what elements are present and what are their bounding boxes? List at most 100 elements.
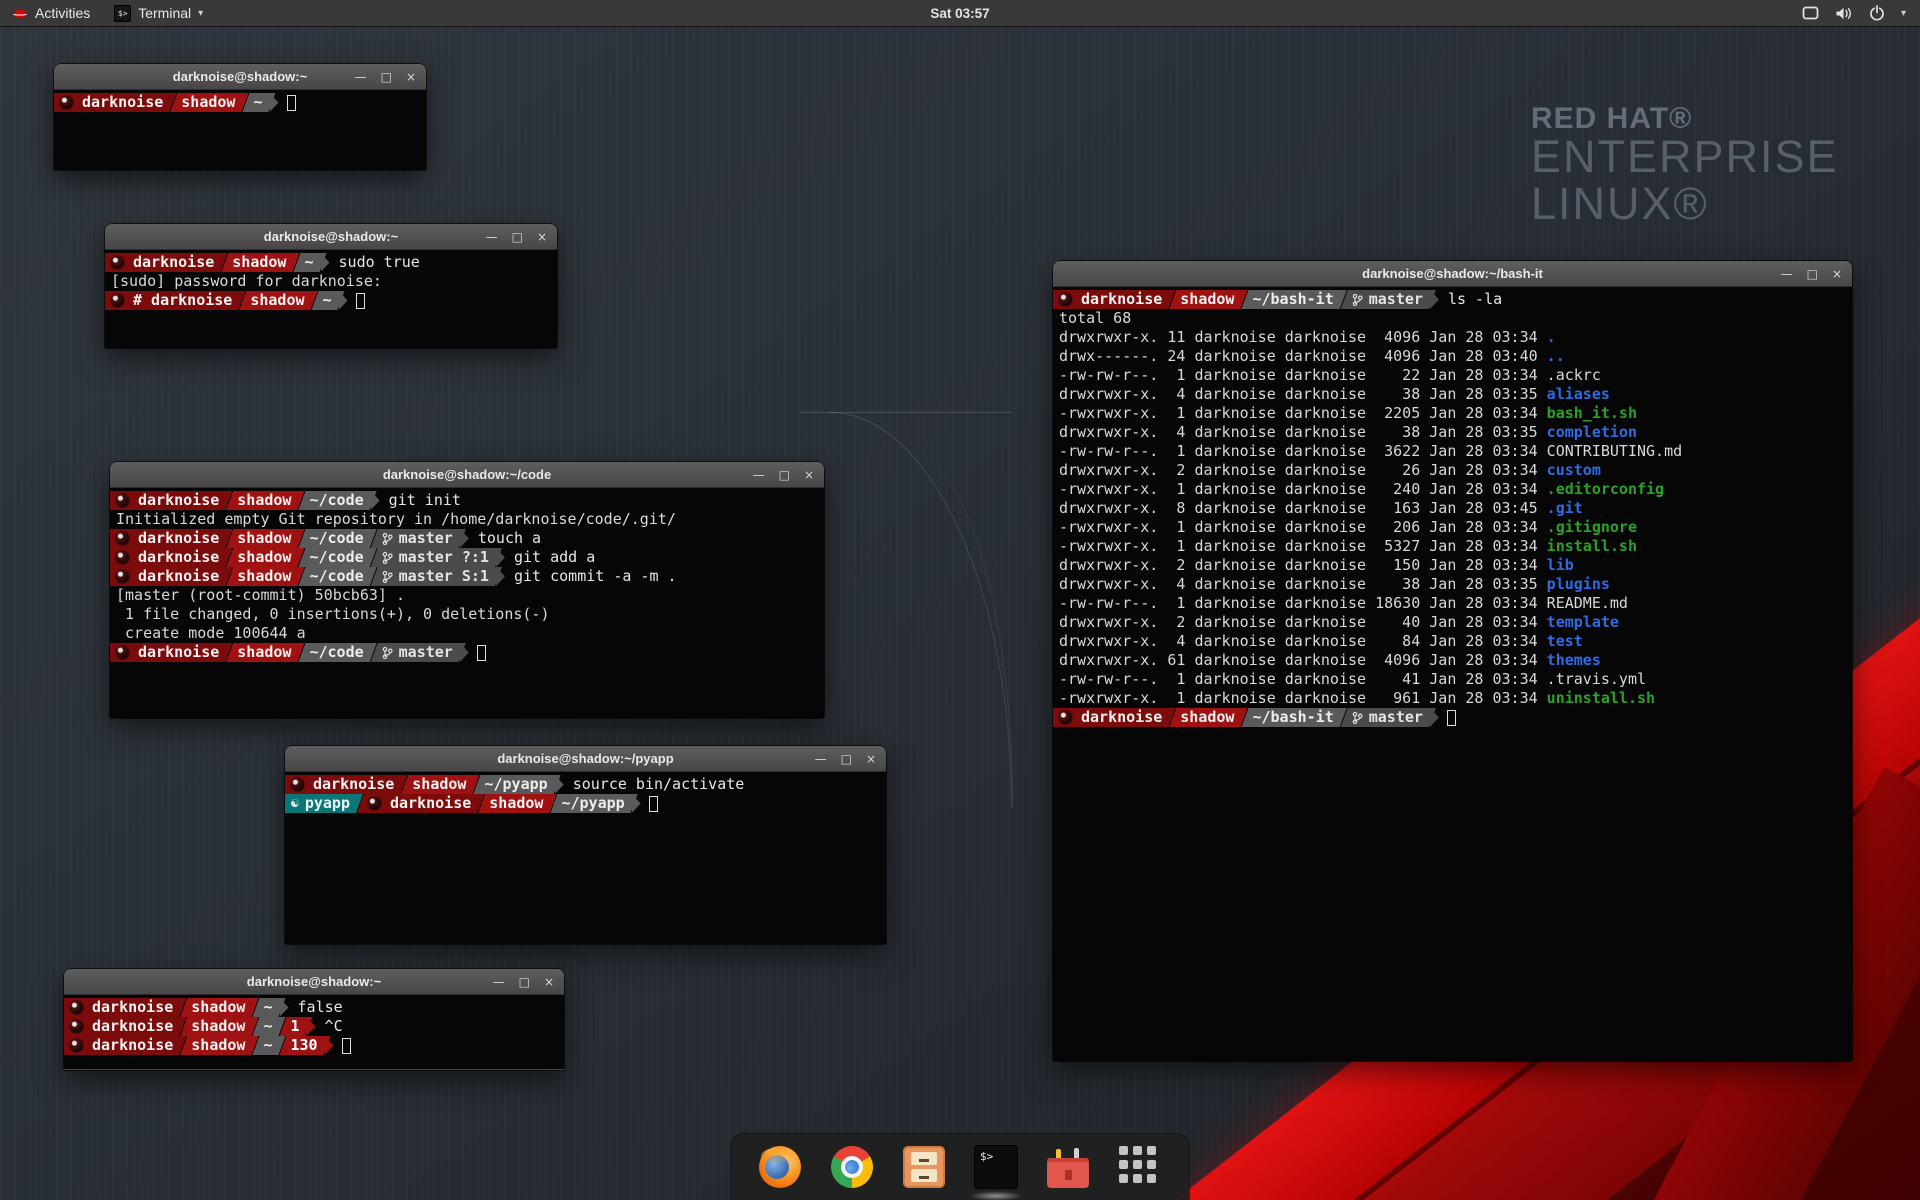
command-text: touch a: [469, 529, 541, 548]
terminal-window-sudo[interactable]: darknoise@shadow:~ — □ × darknoiseshadow…: [105, 224, 557, 348]
close-button[interactable]: ×: [406, 64, 416, 90]
close-button[interactable]: ×: [866, 746, 876, 772]
terminal-output-line: Initialized empty Git repository in /hom…: [110, 510, 824, 529]
terminal-prompt-line: darknoiseshadow~1 ^C: [64, 1017, 564, 1036]
prompt-emoji-icon: [116, 646, 129, 659]
display-icon: [1802, 6, 1819, 21]
close-button[interactable]: ×: [1832, 261, 1842, 287]
terminal-prompt-line: ☯pyappdarknoiseshadow~/pyapp: [285, 794, 886, 813]
prompt-segment-path: ~/pyapp: [550, 794, 637, 813]
terminal-prompt-line: darknoiseshadow~/bash-itmaster: [1053, 708, 1852, 727]
terminal-output-line: -rwxrwxr-x. 1 darknoise darknoise 5327 J…: [1053, 537, 1852, 556]
terminal-prompt-line: darknoiseshadow~130: [64, 1036, 564, 1055]
prompt-segment-git: master S:1: [371, 567, 502, 586]
maximize-button[interactable]: □: [519, 969, 530, 995]
window-titlebar[interactable]: darknoise@shadow:~ — □ ×: [64, 969, 564, 995]
prompt-segment-host: shadow: [478, 794, 556, 813]
activities-button[interactable]: Activities: [0, 0, 102, 26]
window-titlebar[interactable]: darknoise@shadow:~ — □ ×: [105, 224, 557, 250]
prompt-emoji-icon: [70, 1001, 83, 1014]
minimize-button[interactable]: —: [493, 969, 505, 995]
minimize-button[interactable]: —: [355, 64, 367, 90]
prompt-segment-path: ~/bash-it: [1241, 290, 1346, 309]
terminal-content[interactable]: darknoiseshadow~ sudo true[sudo] passwor…: [105, 250, 557, 310]
prompt-segment-user: darknoise: [64, 1036, 186, 1055]
command-text: ls -la: [1439, 290, 1502, 309]
app-grid-icon[interactable]: [1119, 1146, 1161, 1188]
terminal-content[interactable]: darknoiseshadow~/code git initInitialize…: [110, 488, 824, 662]
minimize-button[interactable]: —: [815, 746, 827, 772]
prompt-segment-path: ~/bash-it: [1241, 708, 1346, 727]
terminal-window-pyapp[interactable]: darknoise@shadow:~/pyapp — □ × darknoise…: [285, 746, 886, 944]
output-text: -rw-rw-r--. 1 darknoise darknoise 41 Jan…: [1059, 670, 1547, 688]
maximize-button[interactable]: □: [1807, 261, 1818, 287]
minimize-button[interactable]: —: [486, 224, 498, 250]
prompt-segment-user: darknoise: [105, 253, 227, 272]
terminal-output-line: drwxrwxr-x. 2 darknoise darknoise 26 Jan…: [1053, 461, 1852, 480]
output-text: drwxrwxr-x. 4 darknoise darknoise 38 Jan…: [1059, 423, 1547, 441]
output-text: -rwxrwxr-x. 1 darknoise darknoise 5327 J…: [1059, 537, 1547, 555]
top-bar: Activities $> Terminal ▾ Sat 03:57 ▾: [0, 0, 1920, 26]
git-branch-icon: [1352, 711, 1363, 725]
output-text: drwxrwxr-x. 11 darknoise darknoise 4096 …: [1059, 328, 1547, 346]
terminal-window-exit-codes[interactable]: darknoise@shadow:~ — □ × darknoiseshadow…: [64, 969, 564, 1070]
executable-name: uninstall.sh: [1547, 689, 1655, 707]
output-text: .travis.yml: [1547, 670, 1646, 688]
terminal-output-line: -rw-rw-r--. 1 darknoise darknoise 22 Jan…: [1053, 366, 1852, 385]
file-manager-icon[interactable]: [903, 1146, 945, 1188]
terminal-window-bash-it[interactable]: darknoise@shadow:~/bash-it — □ × darknoi…: [1053, 261, 1852, 1061]
terminal-prompt-line: darknoiseshadow~/codemaster S:1 git comm…: [110, 567, 824, 586]
terminal-content[interactable]: darknoiseshadow~/bash-itmaster ls -latot…: [1053, 287, 1852, 727]
terminal-prompt-line: # darknoiseshadow~: [105, 291, 557, 310]
executable-name: .gitignore: [1547, 518, 1637, 536]
terminal-content[interactable]: darknoiseshadow~: [54, 90, 426, 112]
terminal-prompt-line: darknoiseshadow~/codemaster: [110, 643, 824, 662]
window-titlebar[interactable]: darknoise@shadow:~/code — □ ×: [110, 462, 824, 488]
firefox-icon[interactable]: [759, 1146, 801, 1188]
output-text: [sudo] password for darknoise:: [111, 272, 382, 290]
volume-icon: [1835, 6, 1853, 21]
terminal-icon[interactable]: $>: [975, 1146, 1017, 1188]
prompt-emoji-icon: [70, 1039, 83, 1052]
executable-name: install.sh: [1547, 537, 1637, 555]
terminal-window-home-top[interactable]: darknoise@shadow:~ — □ × darknoiseshadow…: [54, 64, 426, 170]
maximize-button[interactable]: □: [512, 224, 523, 250]
maximize-button[interactable]: □: [779, 462, 790, 488]
window-titlebar[interactable]: darknoise@shadow:~/bash-it — □ ×: [1053, 261, 1852, 287]
clock[interactable]: Sat 03:57: [930, 6, 989, 21]
maximize-button[interactable]: □: [841, 746, 852, 772]
terminal-output-line: drwxrwxr-x. 2 darknoise darknoise 150 Ja…: [1053, 556, 1852, 575]
terminal-window-code[interactable]: darknoise@shadow:~/code — □ × darknoises…: [110, 462, 824, 718]
terminal-content[interactable]: darknoiseshadow~ falsedarknoiseshadow~1 …: [64, 995, 564, 1055]
prompt-segment-git: master: [1341, 290, 1436, 309]
close-button[interactable]: ×: [544, 969, 554, 995]
maximize-button[interactable]: □: [381, 64, 392, 90]
directory-name: test: [1547, 632, 1583, 650]
focused-app-menu[interactable]: $> Terminal ▾: [102, 0, 215, 26]
system-status-area[interactable]: ▾: [1788, 0, 1920, 26]
prompt-emoji-icon: [291, 778, 304, 791]
prompt-segment-path: ~/code: [298, 491, 376, 510]
prompt-segment-git: master: [371, 643, 466, 662]
window-titlebar[interactable]: darknoise@shadow:~ — □ ×: [54, 64, 426, 90]
terminal-cursor: [477, 645, 486, 661]
terminal-output-line: [master (root-commit) 50bcb63] .: [110, 586, 824, 605]
close-button[interactable]: ×: [804, 462, 814, 488]
terminal-output-line: [sudo] password for darknoise:: [105, 272, 557, 291]
terminal-output-line: drwxrwxr-x. 4 darknoise darknoise 38 Jan…: [1053, 575, 1852, 594]
window-titlebar[interactable]: darknoise@shadow:~/pyapp — □ ×: [285, 746, 886, 772]
output-text: CONTRIBUTING.md: [1547, 442, 1682, 460]
minimize-button[interactable]: —: [753, 462, 765, 488]
terminal-prompt-line: darknoiseshadow~/codemaster touch a: [110, 529, 824, 548]
python-venv-icon: ☯: [291, 794, 299, 813]
toolbox-icon[interactable]: [1047, 1146, 1089, 1188]
terminal-output-line: drwxrwxr-x. 61 darknoise darknoise 4096 …: [1053, 651, 1852, 670]
chrome-icon[interactable]: [823, 1138, 880, 1195]
prompt-segment-git: master ?:1: [371, 548, 502, 567]
command-text: sudo true: [330, 253, 420, 272]
close-button[interactable]: ×: [537, 224, 547, 250]
prompt-segment-path: ~/code: [298, 529, 376, 548]
terminal-content[interactable]: darknoiseshadow~/pyapp source bin/activa…: [285, 772, 886, 813]
output-text: drwxrwxr-x. 2 darknoise darknoise 40 Jan…: [1059, 613, 1547, 631]
minimize-button[interactable]: —: [1781, 261, 1793, 287]
